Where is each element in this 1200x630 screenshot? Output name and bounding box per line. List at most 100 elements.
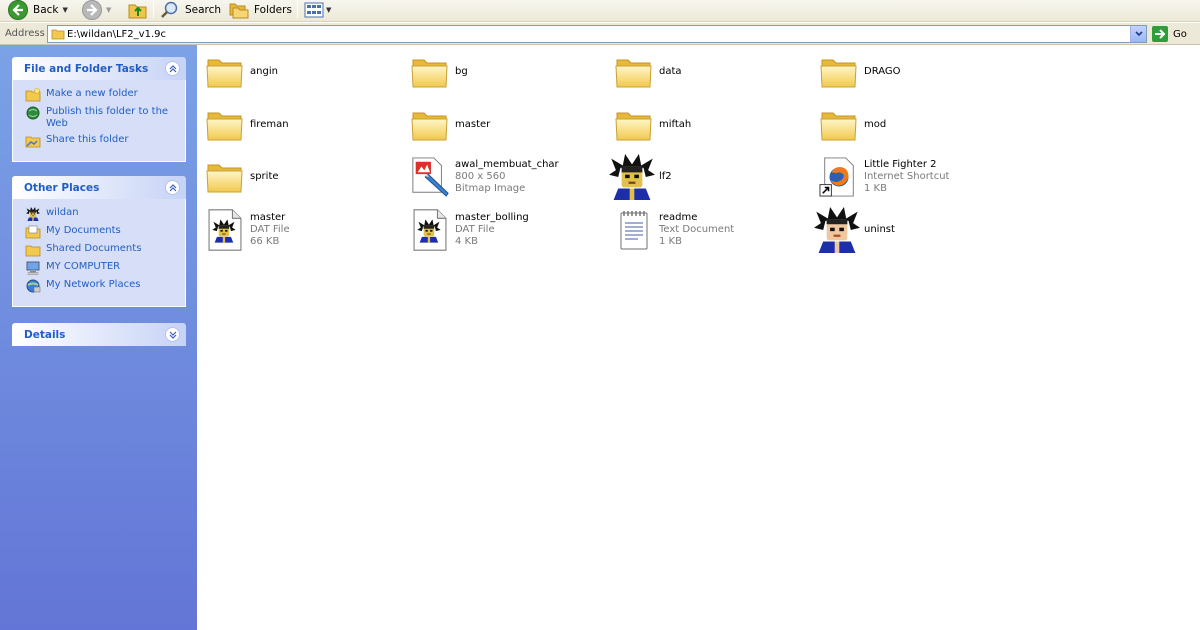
file-name: DRAGO [864, 66, 901, 77]
place-my-computer-label: MY COMPUTER [46, 261, 121, 272]
back-dropdown-icon[interactable]: ▼ [63, 6, 68, 14]
folder-icon [614, 105, 654, 145]
place-wildan-link[interactable]: wildan [13, 205, 185, 223]
folder-item[interactable]: master [402, 100, 602, 150]
place-shared-documents-label: Shared Documents [46, 243, 142, 254]
shared-documents-icon [25, 243, 41, 257]
folder-icon [205, 157, 245, 197]
collapse-icon[interactable] [165, 61, 180, 76]
file-item[interactable]: readme Text Document 1 KB [606, 205, 806, 255]
file-folder-tasks-panel: File and Folder Tasks Make a new folder … [12, 57, 186, 162]
folder-item[interactable]: bg [402, 47, 602, 97]
up-folder-button[interactable] [128, 0, 148, 20]
folder-icon [410, 52, 450, 92]
place-my-documents-link[interactable]: My Documents [13, 223, 185, 241]
address-field[interactable]: E:\wildan\LF2_v1.9c [47, 25, 1147, 43]
share-folder-icon [25, 134, 41, 148]
file-item[interactable]: uninst [811, 205, 1011, 255]
file-folder-tasks-title: File and Folder Tasks [24, 63, 149, 75]
file-size: 66 KB [250, 236, 280, 247]
dat-file-icon [410, 210, 450, 250]
forward-button[interactable]: ▼ [82, 0, 111, 20]
folder-icon [205, 52, 245, 92]
address-dropdown-button[interactable] [1130, 26, 1146, 42]
uninstall-character-icon [814, 207, 860, 253]
user-character-icon [25, 207, 41, 221]
firefox-shortcut-icon [819, 157, 859, 197]
back-arrow-icon [8, 0, 28, 20]
dat-file-icon [205, 210, 245, 250]
make-new-folder-link[interactable]: Make a new folder [13, 86, 185, 104]
file-item[interactable]: lf2 [606, 152, 806, 202]
lf2-character-icon [609, 154, 655, 200]
back-label: Back [33, 4, 59, 16]
file-dimensions: 800 x 560 [455, 171, 506, 182]
file-item[interactable]: awal_membuat_char 800 x 560 Bitmap Image [402, 152, 602, 202]
forward-dropdown-icon[interactable]: ▼ [106, 6, 111, 14]
details-title: Details [24, 329, 66, 341]
folder-item[interactable]: sprite [197, 152, 397, 202]
folder-item[interactable]: angin [197, 47, 397, 97]
go-button[interactable]: Go [1152, 25, 1187, 43]
place-shared-documents-link[interactable]: Shared Documents [13, 241, 185, 259]
views-button[interactable]: ▼ [304, 0, 331, 20]
bitmap-image-icon [410, 157, 450, 197]
share-folder-link[interactable]: Share this folder [13, 132, 185, 150]
file-type: DAT File [455, 224, 495, 235]
search-icon [161, 1, 178, 18]
file-type: Text Document [659, 224, 735, 235]
folder-icon [205, 105, 245, 145]
folder-item[interactable]: fireman [197, 100, 397, 150]
other-places-header[interactable]: Other Places [12, 176, 186, 199]
globe-publish-icon [25, 106, 41, 120]
file-item[interactable]: master_bolling DAT File 4 KB [402, 205, 602, 255]
address-bar: Address E:\wildan\LF2_v1.9c Go [0, 23, 1200, 45]
file-name: awal_membuat_char [455, 159, 559, 170]
search-button[interactable]: Search [160, 0, 221, 20]
my-documents-icon [25, 225, 41, 239]
place-my-computer-link[interactable]: MY COMPUTER [13, 259, 185, 277]
address-value: E:\wildan\LF2_v1.9c [67, 29, 166, 40]
folder-item[interactable]: data [606, 47, 806, 97]
text-document-icon [614, 210, 654, 250]
place-network-label: My Network Places [46, 279, 141, 290]
file-name: lf2 [659, 171, 672, 182]
folder-item[interactable]: miftah [606, 100, 806, 150]
file-name: Little Fighter 2 [864, 159, 937, 170]
forward-arrow-icon [82, 0, 102, 20]
expand-icon[interactable] [165, 327, 180, 342]
file-name: master [250, 212, 286, 223]
chevron-down-icon [1134, 31, 1143, 37]
place-my-documents-label: My Documents [46, 225, 121, 236]
file-item[interactable]: Little Fighter 2 Internet Shortcut 1 KB [811, 152, 1011, 202]
file-type: Internet Shortcut [864, 171, 950, 182]
up-folder-icon [128, 4, 147, 19]
place-network-link[interactable]: My Network Places [13, 277, 185, 295]
publish-folder-link[interactable]: Publish this folder to the Web [13, 104, 185, 132]
address-folder-icon [51, 29, 65, 40]
file-folder-tasks-header[interactable]: File and Folder Tasks [12, 57, 186, 80]
file-name: sprite [250, 171, 279, 182]
computer-icon [25, 261, 41, 275]
folder-item[interactable]: DRAGO [811, 47, 1011, 97]
folder-item[interactable]: mod [811, 100, 1011, 150]
file-name: readme [659, 212, 698, 223]
folders-label: Folders [254, 4, 292, 16]
collapse-icon[interactable] [165, 180, 180, 195]
folder-icon [410, 105, 450, 145]
folder-icon [819, 52, 859, 92]
make-new-folder-label: Make a new folder [46, 88, 138, 99]
views-grid-icon [304, 2, 324, 18]
toolbar: Back ▼ ▼ Search Folders ▼ [0, 0, 1200, 22]
file-view: angin bg data DRAGO fireman master mifta… [197, 45, 1200, 630]
file-item[interactable]: master DAT File 66 KB [197, 205, 397, 255]
details-header[interactable]: Details [12, 323, 186, 346]
folder-icon [614, 52, 654, 92]
new-folder-icon [25, 88, 41, 102]
file-name: uninst [864, 224, 895, 235]
views-dropdown-icon[interactable]: ▼ [326, 6, 331, 14]
folders-button[interactable]: Folders [229, 0, 292, 20]
file-size: 1 KB [659, 236, 682, 247]
go-label: Go [1173, 28, 1187, 40]
back-button[interactable]: Back ▼ [8, 0, 68, 20]
